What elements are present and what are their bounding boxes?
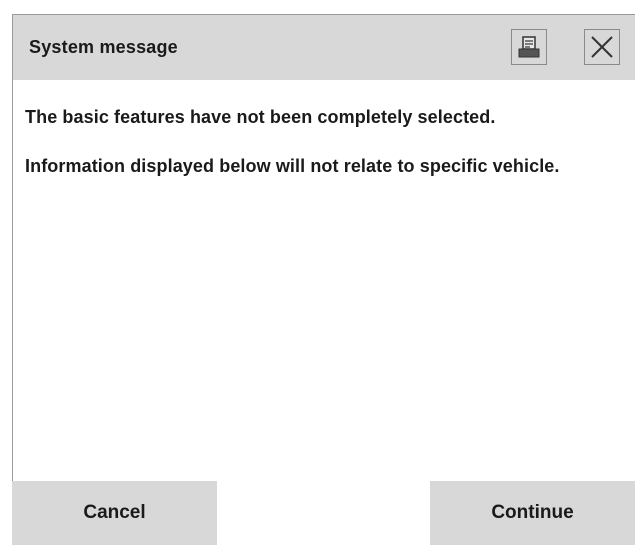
dialog-content: The basic features have not been complet… [12, 80, 635, 481]
system-message-dialog: System message The basic features have n… [0, 0, 635, 545]
close-button[interactable] [584, 29, 620, 65]
dialog-title: System message [29, 37, 178, 57]
cancel-button[interactable]: Cancel [12, 481, 217, 545]
dialog-titlebar: System message [12, 14, 635, 80]
dialog-footer: Cancel Continue [12, 481, 635, 545]
close-icon [591, 36, 613, 58]
message-line-1: The basic features have not been complet… [25, 107, 496, 127]
continue-button[interactable]: Continue [430, 481, 635, 545]
message-line-2: Information displayed below will not rel… [25, 156, 560, 176]
print-icon [518, 36, 540, 58]
print-button[interactable] [511, 29, 547, 65]
